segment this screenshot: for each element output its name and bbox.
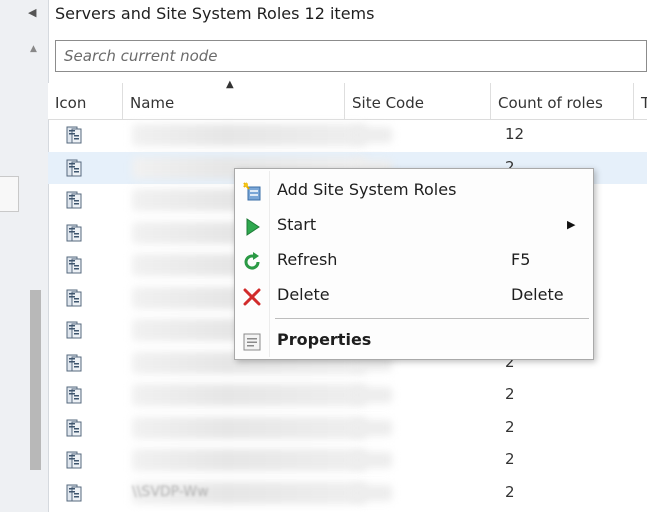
redacted-server-name <box>132 416 367 439</box>
search-input[interactable] <box>56 41 646 71</box>
site-system-server-icon <box>64 320 84 340</box>
menu-item-label: Properties <box>277 330 372 349</box>
menu-item-shortcut: Delete <box>511 285 564 304</box>
server-name-text: \\SVDP-Ww <box>132 483 209 500</box>
menu-item-properties[interactable]: Properties <box>235 325 593 357</box>
menu-item-refresh[interactable]: Refresh F5 <box>235 245 593 277</box>
table-row[interactable]: 2 <box>48 412 647 445</box>
site-system-server-icon <box>64 158 84 178</box>
search-box[interactable] <box>55 40 647 72</box>
redacted-site-code <box>352 419 392 436</box>
site-system-server-icon <box>64 125 84 145</box>
count-of-roles-cell: 2 <box>505 385 515 403</box>
count-of-roles-cell: 12 <box>505 125 525 143</box>
redacted-site-code <box>352 387 392 403</box>
delete-icon <box>243 288 261 306</box>
navigation-scrollbar[interactable] <box>30 290 41 470</box>
context-menu: Add Site System Roles Start ▶ Refresh F5… <box>234 168 594 360</box>
menu-item-delete[interactable]: Delete Delete <box>235 280 593 312</box>
table-row[interactable]: 12 <box>48 119 647 152</box>
redacted-server-name <box>132 384 367 406</box>
count-of-roles-cell: 2 <box>505 417 515 436</box>
redacted-site-code <box>352 452 392 468</box>
menu-item-label: Add Site System Roles <box>277 180 457 199</box>
site-system-server-icon <box>64 353 84 373</box>
refresh-icon <box>244 252 260 270</box>
count-of-roles-cell: 2 <box>505 450 515 468</box>
column-header-type[interactable]: T <box>633 83 647 119</box>
site-system-server-icon <box>64 255 84 275</box>
menu-item-label: Refresh <box>277 250 338 269</box>
menu-item-label: Start <box>277 215 317 234</box>
add-roles-icon <box>243 182 261 201</box>
site-system-server-icon <box>64 483 84 503</box>
site-system-server-icon <box>64 450 84 470</box>
table-row[interactable]: 2 <box>48 444 647 477</box>
menu-item-add-site-system-roles[interactable]: Add Site System Roles <box>235 175 593 207</box>
page-title: Servers and Site System Roles 12 items <box>55 4 375 23</box>
redacted-site-code <box>352 484 392 501</box>
menu-item-shortcut: F5 <box>511 250 531 269</box>
redacted-site-code <box>352 127 392 143</box>
redacted-server-name <box>132 124 367 146</box>
column-header-count-of-roles[interactable]: Count of roles <box>490 83 633 119</box>
navigation-tab[interactable] <box>0 176 19 212</box>
menu-item-label: Delete <box>277 285 330 304</box>
site-system-server-icon <box>64 190 84 210</box>
collapse-arrow-icon[interactable]: ◀ <box>28 6 36 19</box>
properties-icon <box>243 333 261 351</box>
site-system-server-icon <box>64 385 84 405</box>
site-system-server-icon <box>64 418 84 438</box>
grid-header: Icon Name Site Code Count of roles T <box>48 83 647 120</box>
site-system-server-icon <box>64 288 84 308</box>
submenu-arrow-icon: ▶ <box>567 218 576 231</box>
table-row[interactable]: \\SVDP-Ww 2 <box>48 477 647 510</box>
column-header-site-code[interactable]: Site Code <box>344 83 490 119</box>
navigation-pane-edge: ◀ ▲ <box>0 0 49 512</box>
menu-separator <box>275 318 589 319</box>
redacted-server-name <box>132 449 367 471</box>
column-header-icon[interactable]: Icon <box>48 83 122 119</box>
menu-item-start[interactable]: Start ▶ <box>235 210 593 242</box>
table-row[interactable]: 2 <box>48 379 647 412</box>
start-icon <box>246 218 260 236</box>
site-system-server-icon <box>64 223 84 243</box>
sort-ascending-icon: ▲ <box>226 79 234 90</box>
count-of-roles-cell: 2 <box>505 482 515 501</box>
scroll-up-icon[interactable]: ▲ <box>30 44 37 54</box>
